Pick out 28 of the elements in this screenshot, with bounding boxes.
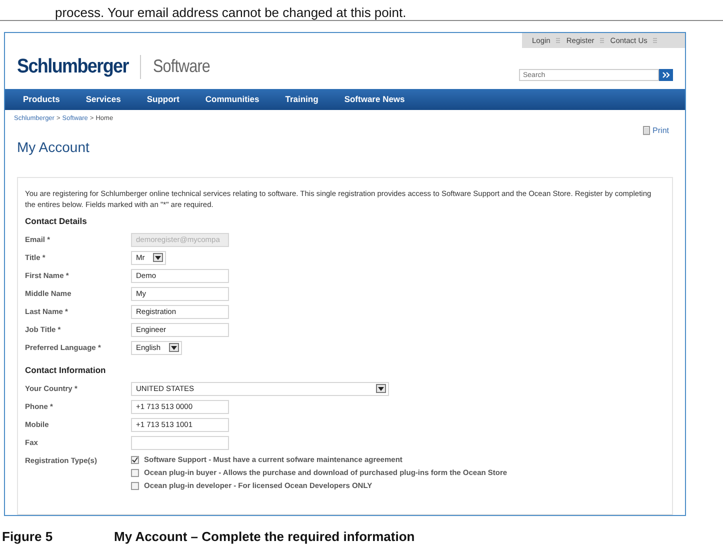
section-heading: Contact Details bbox=[25, 214, 88, 227]
separator-icon bbox=[600, 38, 604, 43]
product-name: Software bbox=[153, 55, 210, 78]
nav-link[interactable]: Communities bbox=[205, 93, 260, 106]
nav-link[interactable]: Services bbox=[86, 93, 121, 106]
dropdown-caret-icon bbox=[168, 343, 179, 352]
section-heading: Contact Information bbox=[25, 364, 107, 376]
figure-number: Figure 5 bbox=[2, 528, 54, 546]
text-field[interactable] bbox=[131, 436, 229, 450]
nav-link[interactable]: Software News bbox=[344, 93, 405, 106]
double-chevron-icon bbox=[662, 72, 670, 78]
page-title: My Account bbox=[16, 138, 90, 156]
separator-icon bbox=[653, 38, 658, 43]
checkbox[interactable] bbox=[131, 468, 139, 477]
print-link[interactable]: Print bbox=[652, 124, 669, 137]
body-text: process. Your email address cannot be changed at this point. bbox=[55, 5, 406, 20]
dropdown-caret-icon bbox=[152, 253, 163, 262]
dropdown-caret-icon bbox=[376, 384, 386, 394]
checkbox[interactable] bbox=[131, 482, 139, 490]
document-icon bbox=[642, 126, 650, 136]
separator-icon bbox=[556, 38, 560, 43]
brand-logo: Schlumberger bbox=[17, 54, 128, 79]
search-button[interactable] bbox=[659, 69, 673, 81]
figure-caption: My Account – Complete the required information bbox=[114, 528, 415, 546]
checkbox[interactable] bbox=[131, 456, 139, 464]
nav-link[interactable]: Training bbox=[285, 93, 318, 106]
nav-link[interactable]: Support bbox=[146, 93, 180, 106]
nav-link[interactable]: Products bbox=[23, 93, 60, 106]
